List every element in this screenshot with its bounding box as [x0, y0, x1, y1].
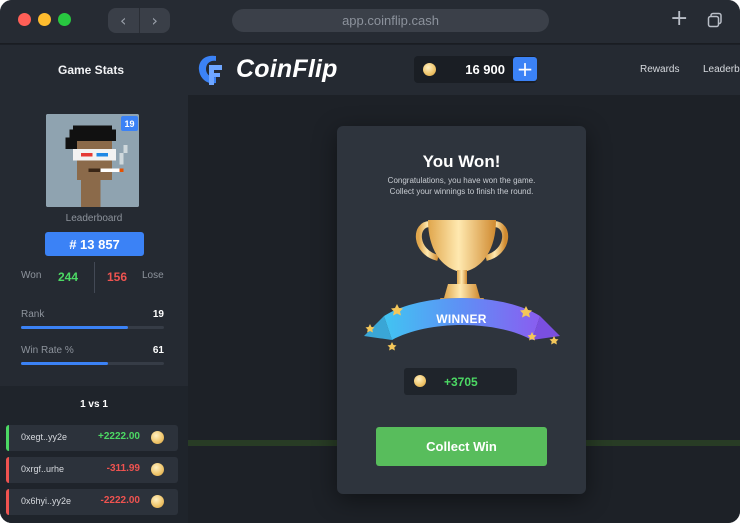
rank-progress-bar	[21, 326, 164, 329]
history-nav-buttons: ‹ ›	[108, 8, 170, 33]
win-rate-progress-fill	[21, 362, 109, 365]
chevron-left-icon: ‹	[120, 11, 127, 30]
history-row[interactable]: 0xrgf..urhe -311.99	[6, 457, 178, 483]
history-address: 0xrgf..urhe	[21, 464, 65, 474]
collect-win-button[interactable]: Collect Win	[376, 427, 547, 466]
modal-subtitle-line: Collect your winnings to finish the roun…	[389, 187, 534, 196]
win-rate-label: Win Rate %	[21, 345, 74, 356]
modal-subtitle-line: Congratulations, you have won the game.	[387, 176, 536, 185]
coin-icon	[151, 495, 164, 508]
logo-wordmark[interactable]: CoinFlip	[236, 55, 338, 84]
minimize-window-button[interactable]	[38, 13, 51, 26]
add-funds-button[interactable]: +	[513, 57, 537, 81]
plus-icon: +	[670, 6, 689, 31]
modal-subtitle: Congratulations, you have won the game. …	[337, 175, 586, 197]
history-address: 0x6hyi..yy2e	[21, 496, 72, 506]
nav-rewards[interactable]: Rewards	[640, 64, 679, 75]
leaderboard-rank-button[interactable]: # 13 857	[45, 232, 144, 256]
loss-indicator	[6, 489, 9, 515]
plus-icon: +	[516, 57, 534, 81]
history-row[interactable]: 0x6hyi..yy2e -2222.00	[6, 489, 178, 515]
new-tab-button[interactable]: +	[670, 6, 688, 31]
won-count: 244	[58, 270, 79, 284]
trophy-icon	[364, 220, 560, 351]
chevron-right-icon: ›	[151, 11, 158, 30]
lose-label: Lose	[142, 270, 164, 281]
coinflip-logo-icon[interactable]	[196, 52, 224, 88]
rank-progress-fill	[21, 326, 129, 329]
balance-amount: 16 900	[465, 62, 505, 77]
browser-toolbar: ‹ › app.coinflip.cash +	[0, 0, 740, 44]
history-amount: -311.99	[106, 463, 140, 474]
winner-banner-text: WINNER	[436, 312, 487, 326]
history-amount: -2222.00	[100, 495, 140, 506]
level-badge: 19	[121, 116, 138, 131]
coin-icon	[423, 63, 436, 76]
coin-icon	[151, 463, 164, 476]
back-button[interactable]: ‹	[108, 8, 139, 33]
app-header: Game Stats CoinFlip 16 900 + Rewards Lea…	[0, 45, 740, 95]
vs-history-panel: 1 vs 1 0xegt..yy2e +2222.00 0xrgf..urhe …	[0, 386, 188, 523]
vs-title: 1 vs 1	[80, 399, 108, 410]
win-modal: You Won! Congratulations, you have won t…	[337, 126, 586, 494]
address-bar[interactable]: app.coinflip.cash	[232, 9, 549, 32]
forward-button[interactable]: ›	[138, 8, 171, 33]
balance-display: 16 900 +	[414, 56, 537, 83]
stats-sidebar: 19 Leaderboard # 13 857 Won 244 156 Lose…	[0, 95, 188, 523]
lost-count: 156	[107, 270, 128, 284]
close-window-button[interactable]	[18, 13, 31, 26]
win-rate-value: 61	[152, 345, 164, 356]
prize-amount: +3705	[444, 375, 478, 389]
browser-window: ‹ › app.coinflip.cash + Game Stats CoinF…	[0, 0, 740, 523]
won-label: Won	[21, 270, 42, 281]
divider	[94, 262, 95, 293]
win-indicator	[6, 425, 9, 451]
coin-icon	[414, 375, 426, 387]
coin-icon	[151, 431, 164, 444]
rank-value: 19	[152, 309, 164, 320]
prize-display: +3705	[404, 368, 517, 395]
history-address: 0xegt..yy2e	[21, 432, 68, 442]
tabs-icon[interactable]	[707, 12, 723, 28]
history-amount: +2222.00	[98, 431, 140, 442]
nav-leaderboard[interactable]: Leaderbo	[703, 64, 740, 75]
game-stats-link[interactable]: Game Stats	[58, 63, 124, 77]
loss-indicator	[6, 457, 9, 483]
maximize-window-button[interactable]	[58, 13, 71, 26]
history-row[interactable]: 0xegt..yy2e +2222.00	[6, 425, 178, 451]
rank-label: Rank	[21, 309, 45, 320]
win-rate-progress-bar	[21, 362, 164, 365]
leaderboard-label: Leaderboard	[65, 213, 123, 224]
modal-title: You Won!	[422, 152, 501, 171]
